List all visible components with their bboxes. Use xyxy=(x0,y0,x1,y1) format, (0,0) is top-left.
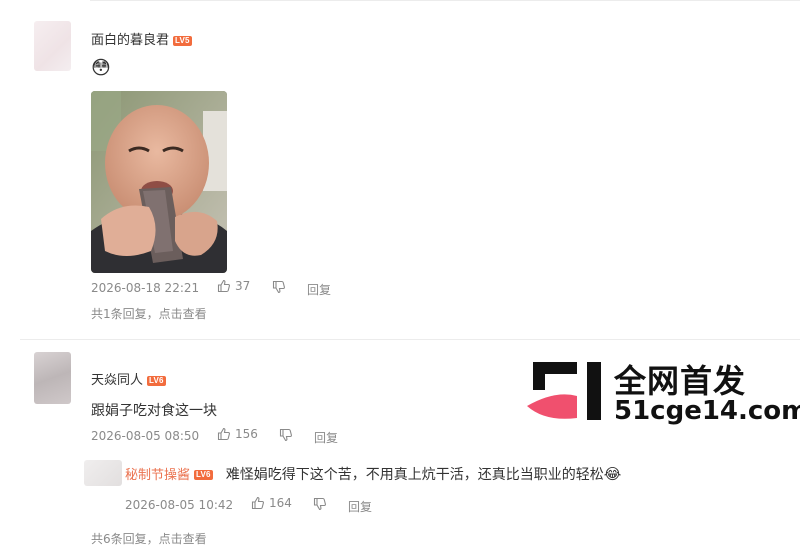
thumbs-down-icon xyxy=(313,497,327,511)
man-eating-photo xyxy=(91,91,227,273)
dislike-button[interactable] xyxy=(279,428,293,442)
reply-timestamp: 2026-08-05 10:42 xyxy=(125,498,234,512)
level-badge: LV6 xyxy=(147,375,166,386)
top-divider xyxy=(90,0,800,1)
like-count: 164 xyxy=(269,496,292,510)
watermark-url: 51cge14.com xyxy=(614,396,800,426)
avatar[interactable] xyxy=(34,352,71,404)
like-button[interactable]: 37 xyxy=(217,279,250,293)
watermark-logo-icon xyxy=(527,362,601,420)
comment-image[interactable] xyxy=(91,91,227,273)
comment-username[interactable]: 天焱同人 LV6 xyxy=(91,369,166,388)
thumbs-down-icon xyxy=(272,280,286,294)
reply-avatar[interactable] xyxy=(84,460,122,486)
view-replies-link[interactable]: 共6条回复，点击查看 xyxy=(91,530,207,547)
reply-button[interactable]: 回复 xyxy=(314,429,338,446)
username-link[interactable]: 面白的暮良君 xyxy=(91,33,169,48)
comment-divider xyxy=(20,339,800,340)
username-link[interactable]: 天焱同人 xyxy=(91,373,143,388)
like-button[interactable]: 156 xyxy=(217,427,258,441)
laughing-crying-emoji-icon: 😂 xyxy=(603,465,622,483)
emoji-icon: 😳 xyxy=(91,57,111,79)
like-count: 37 xyxy=(235,279,251,293)
reply-button[interactable]: 回复 xyxy=(307,281,331,298)
dislike-button[interactable] xyxy=(272,280,286,294)
comment-username[interactable]: 面白的暮良君 LV5 xyxy=(91,29,192,48)
comment-text: 跟娟子吃对食这一块 xyxy=(91,403,217,419)
avatar[interactable] xyxy=(34,21,71,71)
thumbs-up-icon xyxy=(217,427,231,441)
level-badge: LV5 xyxy=(173,35,192,46)
nested-reply: 秘制节操酱 LV6 难怪娟吃得下这个苦，不用真上炕干活，还真比当职业的轻松😂 xyxy=(125,464,621,484)
level-badge: LV6 xyxy=(194,469,213,480)
reply-button[interactable]: 回复 xyxy=(348,498,372,515)
thumbs-down-icon xyxy=(279,428,293,442)
thumbs-up-icon xyxy=(217,279,231,293)
reply-text: 难怪娟吃得下这个苦，不用真上炕干活，还真比当职业的轻松 xyxy=(225,467,604,483)
like-count: 156 xyxy=(235,427,258,441)
comment-timestamp: 2026-08-05 08:50 xyxy=(91,429,200,443)
reply-username[interactable]: 秘制节操酱 xyxy=(125,468,190,483)
comment-timestamp: 2026-08-18 22:21 xyxy=(91,281,200,295)
thumbs-up-icon xyxy=(251,496,265,510)
view-replies-link[interactable]: 共1条回复，点击查看 xyxy=(91,305,207,322)
like-button[interactable]: 164 xyxy=(251,496,292,510)
dislike-button[interactable] xyxy=(313,497,327,511)
